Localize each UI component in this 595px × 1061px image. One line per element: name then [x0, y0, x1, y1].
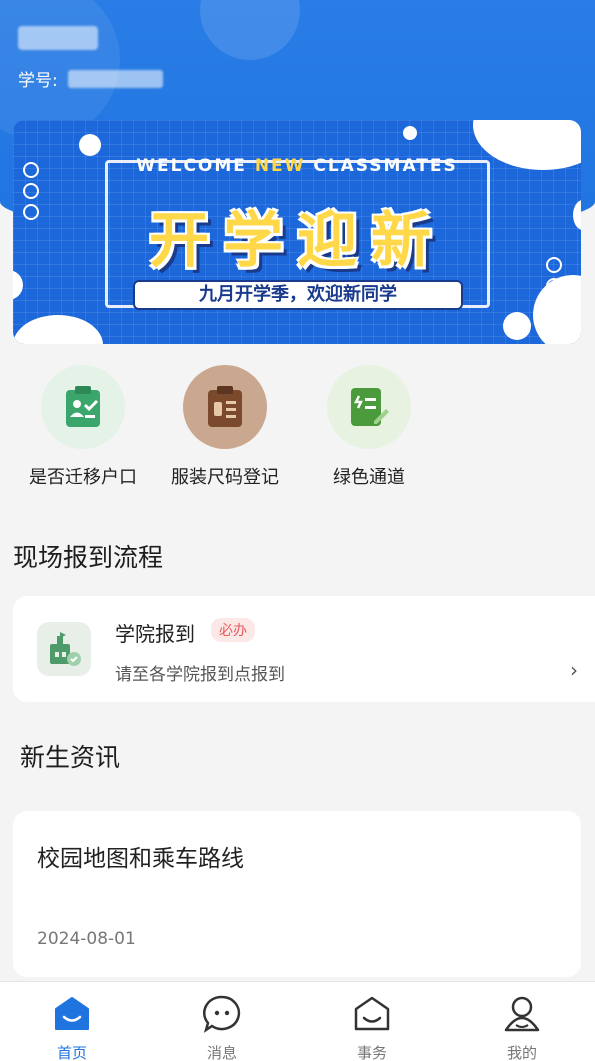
news-item-date: 2024-08-01: [37, 929, 136, 949]
tab-mine[interactable]: 我的: [472, 992, 572, 1061]
quick-action-label: 是否迁移户口: [29, 467, 137, 488]
tab-home[interactable]: 首页: [22, 992, 122, 1061]
affairs-icon: [322, 992, 422, 1036]
tab-messages[interactable]: 消息: [172, 992, 272, 1061]
note-pen-icon: [327, 365, 411, 449]
decor-dot: [79, 134, 101, 156]
decor-ring: [546, 299, 562, 315]
tab-label: 事务: [356, 1044, 387, 1061]
user-name-blurred: [18, 26, 98, 50]
banner-title: 开学迎新: [149, 206, 445, 276]
message-icon: [172, 992, 272, 1036]
decor-cloud: [13, 315, 103, 344]
decor-dot: [403, 126, 417, 140]
decor-circle: [200, 0, 300, 60]
tab-label: 我的: [506, 1044, 537, 1061]
process-item-description: 请至各学院报到点报到: [115, 665, 285, 685]
student-id-label: 学号:: [18, 71, 58, 91]
decor-dot: [503, 312, 531, 340]
tab-label: 首页: [56, 1044, 87, 1061]
news-section-title: 新生资讯: [20, 743, 121, 772]
quick-action-size[interactable]: 服装尺码登记: [160, 365, 290, 489]
process-item-title: 学院报到: [115, 622, 195, 646]
tab-affairs[interactable]: 事务: [322, 992, 422, 1061]
chevron-right-icon: ›: [570, 658, 578, 682]
required-badge: 必办: [211, 618, 255, 642]
user-icon: [472, 992, 572, 1036]
quick-actions: 是否迁移户口 服装尺码登记 绿色通道: [0, 365, 595, 495]
quick-action-label: 服装尺码登记: [171, 467, 279, 488]
process-item-college-report[interactable]: 学院报到 必办 请至各学院报到点报到 ›: [13, 596, 595, 702]
banner-subtitle: 九月开学季，欢迎新同学: [133, 280, 463, 310]
student-id-row: 学号:: [18, 66, 163, 91]
student-id-value-blurred: [67, 69, 163, 88]
clipboard-list-icon: [183, 365, 267, 449]
clipboard-check-icon: [41, 365, 125, 449]
building-check-icon: [37, 622, 91, 676]
quick-action-label: 绿色通道: [333, 467, 405, 488]
news-item[interactable]: 校园地图和乘车路线 2024-08-01: [13, 811, 581, 977]
welcome-banner[interactable]: WELCOME NEW CLASSMATES 开学迎新 九月开学季，欢迎新同学: [13, 120, 581, 344]
home-icon: [22, 992, 122, 1036]
tab-label: 消息: [206, 1044, 237, 1061]
process-section-title: 现场报到流程: [13, 543, 164, 572]
bottom-tab-bar: 首页 消息 事务 我的: [0, 981, 595, 1061]
decor-ring: [546, 278, 562, 294]
banner-welcome-text: WELCOME NEW CLASSMATES: [136, 156, 458, 176]
quick-action-hukou[interactable]: 是否迁移户口: [18, 365, 148, 489]
news-item-title: 校园地图和乘车路线: [37, 846, 244, 872]
quick-action-green-channel[interactable]: 绿色通道: [304, 365, 434, 489]
